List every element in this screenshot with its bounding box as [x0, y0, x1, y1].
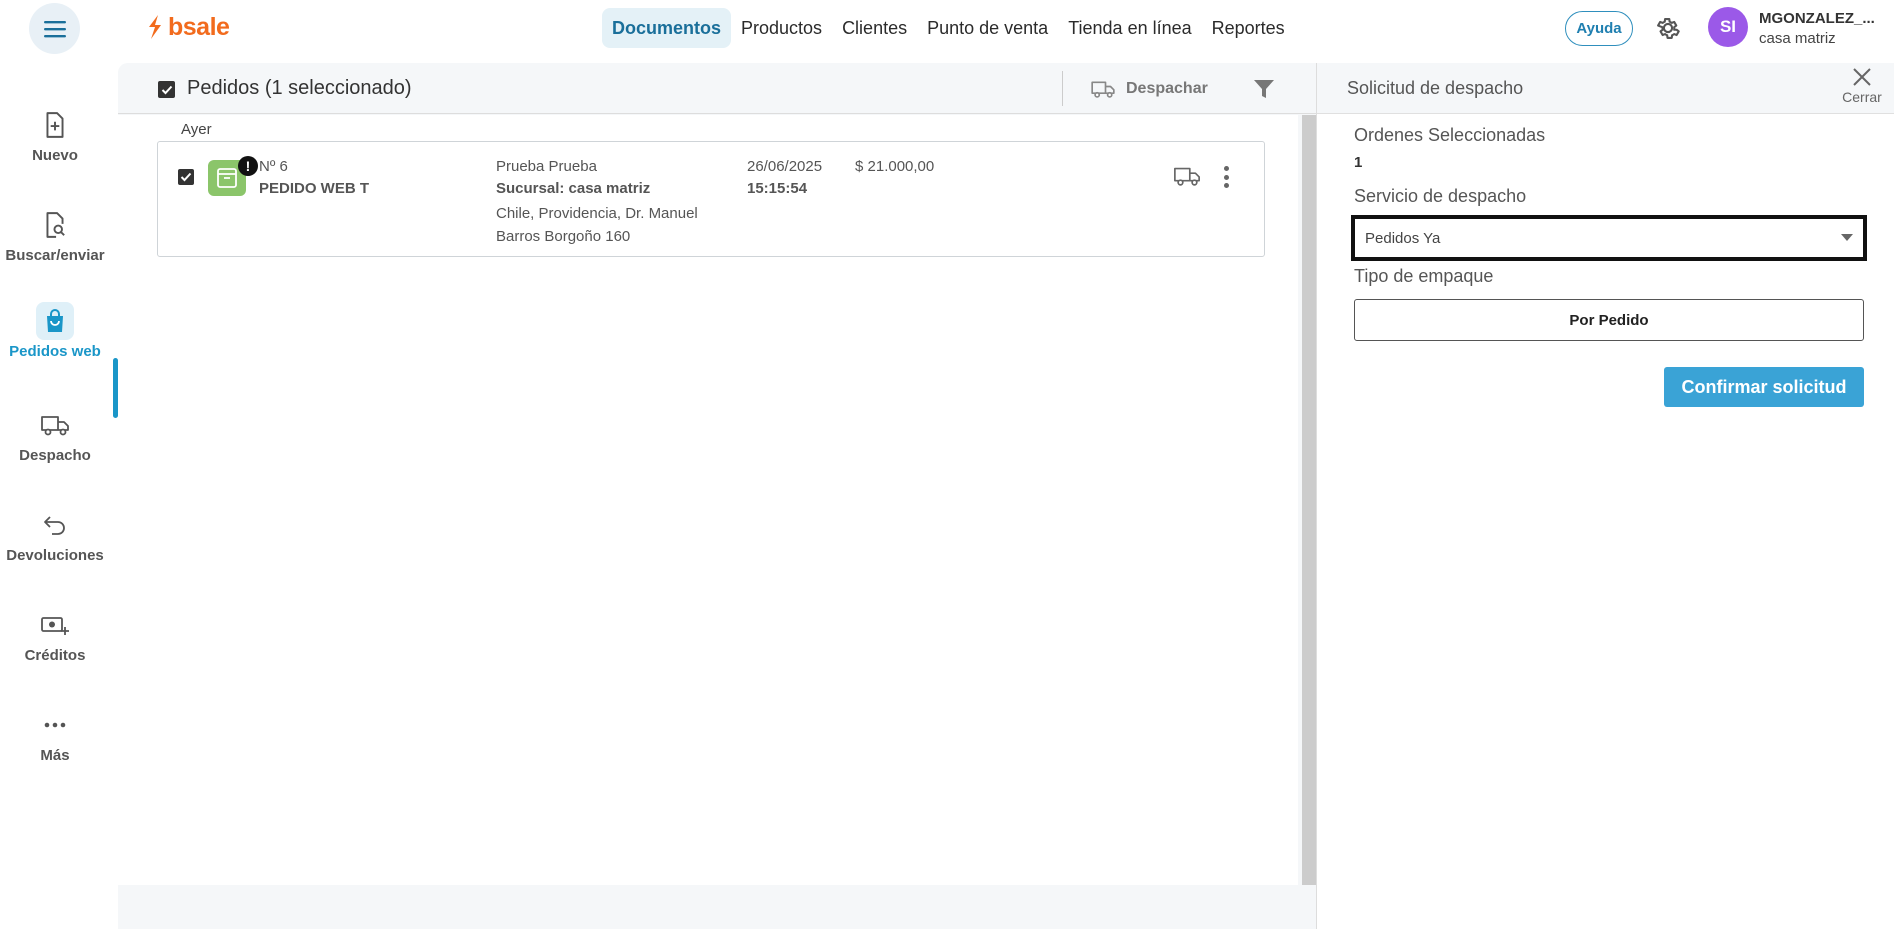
close-button[interactable]: Cerrar [1837, 67, 1887, 115]
truck-icon [36, 406, 74, 444]
more-vertical-icon [1223, 166, 1229, 171]
return-arrow-icon [36, 506, 74, 544]
list-header: Pedidos (1 seleccionado) Despachar [118, 63, 1316, 114]
main-nav: Documentos Productos Clientes Punto de v… [602, 8, 1295, 48]
check-icon [161, 85, 172, 94]
check-icon [180, 172, 192, 182]
header-divider [1062, 71, 1063, 106]
nav-clientes[interactable]: Clientes [832, 8, 917, 48]
user-name[interactable]: MGONZALEZ_... [1759, 10, 1875, 27]
nav-productos[interactable]: Productos [731, 8, 832, 48]
sidebar-item-mas[interactable]: Más [0, 706, 110, 764]
help-button[interactable]: Ayuda [1565, 11, 1633, 46]
money-plus-icon [36, 606, 74, 644]
hamburger-icon [43, 20, 66, 37]
panel-title: Solicitud de despacho [1347, 78, 1524, 98]
select-all-checkbox[interactable] [158, 81, 175, 98]
nav-documentos[interactable]: Documentos [602, 8, 732, 48]
order-type: PEDIDO WEB T [259, 180, 370, 197]
shopping-bag-icon [36, 302, 74, 340]
logo-text: bsale [168, 12, 230, 41]
row-dispatch-button[interactable] [1173, 164, 1201, 190]
dispatch-label: Despachar [1126, 80, 1208, 97]
search-document-icon [36, 206, 74, 244]
dispatch-request-panel: Solicitud de despacho Cerrar Ordenes Sel… [1316, 63, 1894, 929]
top-bar: bsale Documentos Productos Clientes Punt… [0, 0, 1894, 56]
confirm-request-button[interactable]: Confirmar solicitud [1664, 367, 1864, 407]
order-list: Ayer ! Nº 6 PEDIDO WEB T Prueba Prueba S… [118, 115, 1298, 885]
dispatch-service-value: Pedidos Ya [1365, 229, 1441, 247]
sidebar-item-label: Créditos [24, 647, 86, 664]
dispatch-button[interactable]: Despachar [1090, 76, 1208, 102]
sidebar-item-despacho[interactable]: Despacho [0, 406, 110, 464]
close-label: Cerrar [1842, 89, 1882, 105]
truck-icon [1174, 167, 1200, 186]
dispatch-service-label: Servicio de despacho [1354, 186, 1527, 206]
bsale-logo[interactable]: bsale [146, 11, 230, 43]
packing-type-button[interactable]: Por Pedido [1354, 299, 1864, 341]
selected-orders-count: 1 [1354, 154, 1363, 171]
row-more-button[interactable] [1218, 164, 1234, 190]
sidebar-item-label: Devoluciones [6, 547, 104, 564]
more-dots-icon [36, 706, 74, 744]
customer-name: Prueba Prueba [496, 158, 597, 175]
alert-badge: ! [238, 156, 258, 176]
more-vertical-icon [1223, 174, 1229, 180]
order-date: 26/06/2025 [747, 158, 823, 175]
list-title: Pedidos (1 seleccionado) [187, 77, 412, 99]
list-scrollbar[interactable] [1302, 115, 1316, 885]
gear-icon [1657, 17, 1680, 39]
table-row[interactable]: ! Nº 6 PEDIDO WEB T Prueba Prueba Sucurs… [157, 141, 1265, 257]
customer-branch: Sucursal: casa matriz [496, 180, 651, 197]
truck-icon [1091, 81, 1115, 98]
sidebar-item-label: Pedidos web [9, 343, 101, 360]
sidebar-item-pedidos-web[interactable]: Pedidos web [0, 302, 110, 360]
bsale-logo-icon [149, 15, 161, 39]
sidebar-item-label: Buscar/enviar [5, 247, 105, 264]
order-number: Nº 6 [259, 158, 288, 175]
nav-punto-de-venta[interactable]: Punto de venta [917, 8, 1058, 48]
sidebar-item-label: Más [40, 747, 70, 764]
new-document-icon [36, 106, 74, 144]
chevron-down-icon [1841, 234, 1853, 241]
sidebar-item-buscar[interactable]: Buscar/enviar [0, 206, 110, 264]
menu-button[interactable] [29, 3, 80, 54]
sidebar-item-devoluciones[interactable]: Devoluciones [0, 506, 110, 564]
settings-button[interactable] [1652, 12, 1684, 44]
filter-icon [1254, 80, 1274, 98]
packing-type-label: Tipo de empaque [1354, 266, 1494, 286]
sidebar: Nuevo Buscar/enviar Pedidos web Despacho… [0, 56, 118, 929]
customer-address: Chile, Providencia, Dr. Manuel Barros Bo… [496, 205, 698, 245]
more-vertical-icon [1223, 183, 1229, 188]
avatar[interactable]: SI [1708, 7, 1748, 47]
sidebar-item-creditos[interactable]: Créditos [0, 606, 110, 664]
sidebar-item-label: Nuevo [32, 147, 78, 164]
day-group-label: Ayer [181, 121, 212, 138]
close-icon [1853, 68, 1871, 86]
selected-orders-label: Ordenes Seleccionadas [1354, 125, 1546, 145]
row-checkbox[interactable] [178, 169, 194, 185]
dispatch-service-select[interactable]: Pedidos Ya [1351, 215, 1867, 261]
order-time: 15:15:54 [747, 180, 808, 197]
sidebar-item-label: Despacho [19, 447, 91, 464]
order-amount: $ 21.000,00 [855, 158, 935, 175]
nav-tienda-en-linea[interactable]: Tienda en línea [1058, 8, 1201, 48]
filter-button[interactable] [1252, 78, 1276, 100]
sidebar-item-nuevo[interactable]: Nuevo [0, 106, 110, 164]
panel-header: Solicitud de despacho Cerrar [1317, 63, 1894, 114]
user-branch: casa matriz [1759, 30, 1836, 47]
nav-reportes[interactable]: Reportes [1202, 8, 1295, 48]
